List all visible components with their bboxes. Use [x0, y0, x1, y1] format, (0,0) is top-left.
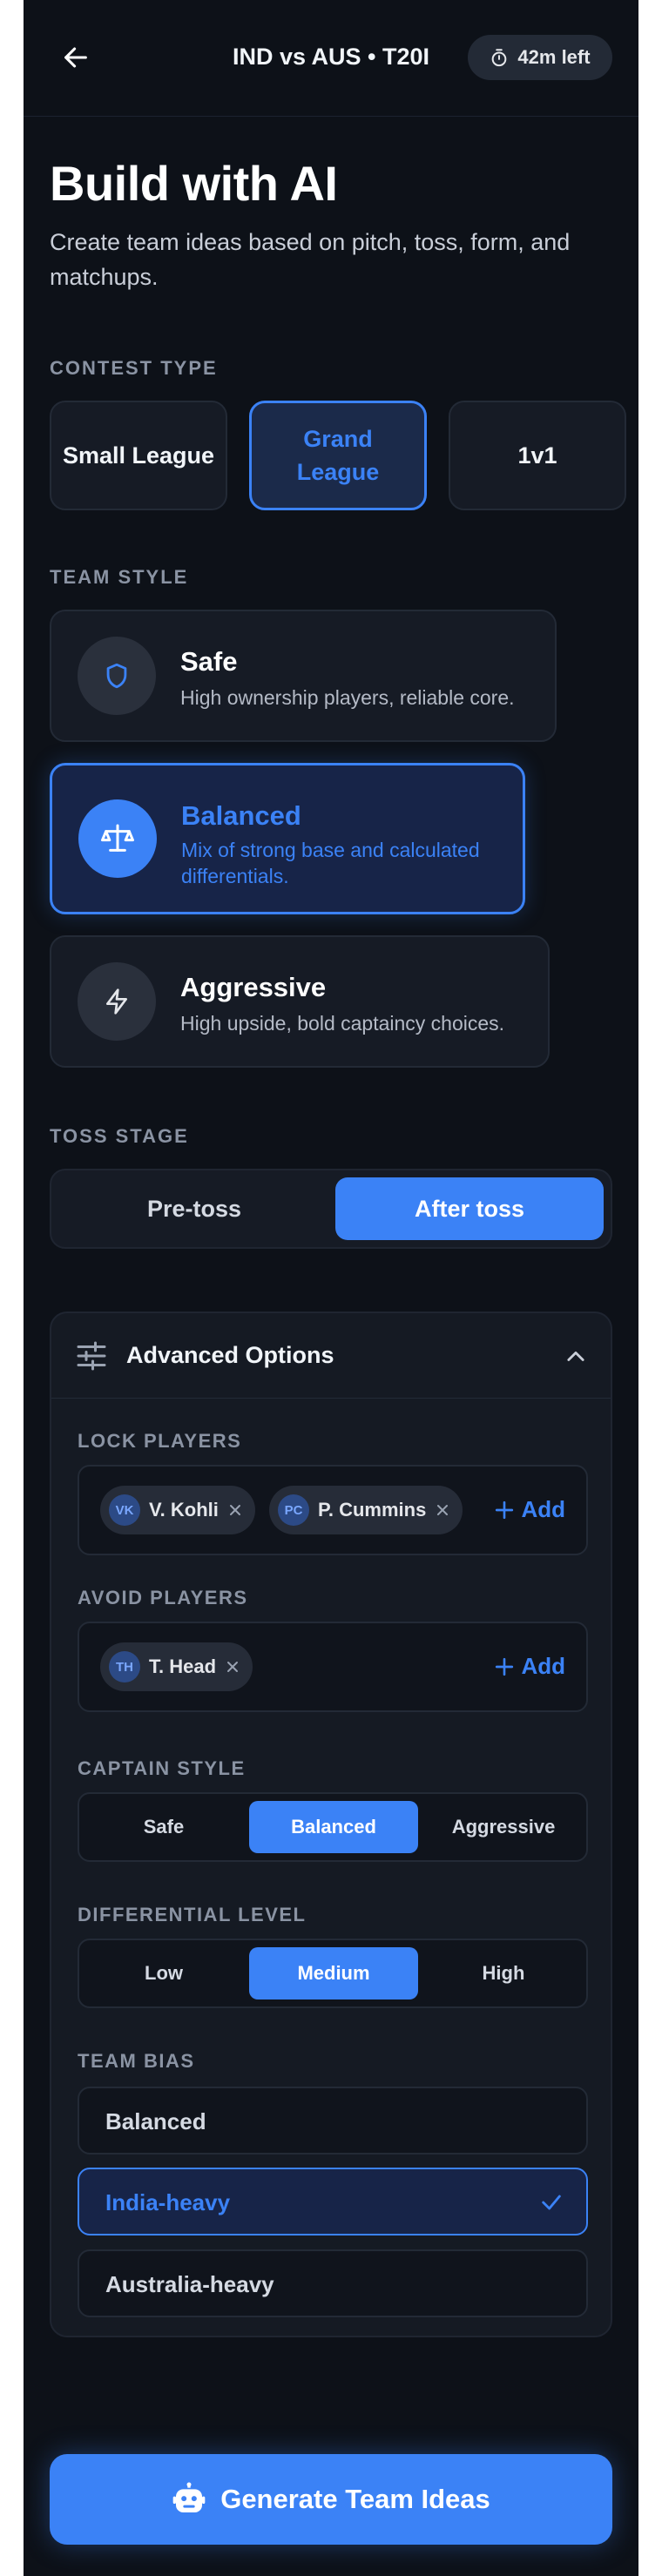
contest-type-label: CONTEST TYPE [50, 357, 218, 379]
contest-option-label: Grand League [296, 426, 380, 485]
team-bias-label: TEAM BIAS [78, 2050, 195, 2072]
team-style-label: TEAM STYLE [50, 566, 189, 588]
bias-india-heavy-option[interactable]: India-heavy [78, 2168, 588, 2235]
close-icon [229, 1505, 240, 1515]
avoid-players-box: TH T. Head Add [78, 1622, 588, 1712]
bias-option-label: Australia-heavy [105, 2271, 274, 2297]
captain-aggressive-option[interactable]: Aggressive [419, 1801, 588, 1853]
toss-after-toss-option[interactable]: After toss [335, 1177, 604, 1240]
toss-stage-toggle: Pre-toss After toss [50, 1169, 612, 1249]
contest-1v1-button[interactable]: 1v1 [449, 401, 626, 510]
style-title: Safe [180, 646, 238, 677]
style-icon-wrap [78, 799, 157, 878]
lock-player-chip[interactable]: VK V. Kohli [100, 1486, 255, 1534]
remove-chip-button[interactable] [435, 1502, 450, 1518]
contest-grand-league-button[interactable]: Grand League [249, 401, 427, 510]
bias-balanced-option[interactable]: Balanced [78, 2087, 588, 2155]
contest-option-label: Small League [62, 442, 215, 469]
avatar: TH [109, 1651, 140, 1682]
lock-players-label: LOCK PLAYERS [78, 1430, 242, 1452]
style-title: Aggressive [180, 972, 327, 1002]
toss-stage-label: TOSS STAGE [50, 1125, 189, 1147]
remove-chip-button[interactable] [227, 1502, 243, 1518]
style-icon-wrap [78, 962, 156, 1041]
contest-option-label: 1v1 [517, 442, 557, 469]
lock-players-box: VK V. Kohli PC P. Cummins Add [78, 1465, 588, 1555]
avoid-player-chip[interactable]: TH T. Head [100, 1642, 253, 1691]
scale-icon [101, 824, 134, 852]
add-label: Add [521, 1496, 565, 1522]
bias-option-label: India-heavy [105, 2189, 231, 2215]
shield-icon [106, 663, 127, 689]
captain-safe-option[interactable]: Safe [79, 1801, 248, 1853]
style-description: High upside, bold captaincy choices. [180, 1012, 505, 1035]
differential-level-segmented: Low Medium High [78, 1939, 588, 2008]
timer-badge: 42m left [468, 35, 612, 80]
toss-pre-toss-option[interactable]: Pre-toss [58, 1177, 330, 1240]
captain-balanced-option[interactable]: Balanced [249, 1801, 418, 1853]
advanced-options-card: Advanced Options LOCK PLAYERS VK V. Kohl… [50, 1312, 612, 2337]
avatar: VK [109, 1494, 140, 1526]
style-description: Mix of strong base and calculated differ… [181, 839, 480, 887]
robot-icon [172, 2482, 206, 2512]
sliders-icon [77, 1341, 106, 1371]
check-icon [542, 2195, 561, 2210]
style-description: High ownership players, reliable core. [180, 686, 515, 709]
top-bar: IND vs AUS • T20I 42m left [24, 0, 638, 117]
differential-low-option[interactable]: Low [79, 1947, 248, 1999]
close-icon [227, 1662, 239, 1672]
team-style-aggressive-card[interactable]: Aggressive High upside, bold captaincy c… [50, 935, 550, 1068]
player-name: T. Head [149, 1656, 217, 1677]
player-name: V. Kohli [149, 1499, 219, 1521]
stopwatch-icon [492, 49, 507, 67]
captain-style-label: CAPTAIN STYLE [78, 1757, 246, 1779]
bias-australia-heavy-option[interactable]: Australia-heavy [78, 2249, 588, 2317]
team-style-balanced-card[interactable]: Balanced Mix of strong base and calculat… [50, 763, 525, 914]
app-screen: IND vs AUS • T20I 42m left Build with AI… [24, 0, 638, 2576]
lightning-icon [106, 988, 127, 1015]
bias-option-label: Balanced [105, 2108, 206, 2134]
timer-text: 42m left [517, 46, 591, 68]
advanced-options-title: Advanced Options [126, 1342, 334, 1368]
advanced-options-header[interactable]: Advanced Options [51, 1313, 611, 1399]
differential-level-label: DIFFERENTIAL LEVEL [78, 1904, 307, 1925]
plus-icon [496, 1500, 514, 1519]
player-name: P. Cummins [318, 1499, 427, 1521]
page-title: Build with AI [50, 156, 338, 211]
avoid-players-label: AVOID PLAYERS [78, 1587, 248, 1608]
differential-high-option[interactable]: High [419, 1947, 588, 1999]
lock-player-chip[interactable]: PC P. Cummins [269, 1486, 463, 1534]
style-icon-wrap [78, 637, 156, 715]
contest-small-league-button[interactable]: Small League [50, 401, 227, 510]
close-icon [437, 1505, 449, 1515]
style-title: Balanced [181, 800, 301, 831]
generate-team-ideas-button[interactable]: Generate Team Ideas [50, 2454, 612, 2545]
differential-medium-option[interactable]: Medium [249, 1947, 418, 1999]
add-label: Add [521, 1653, 565, 1679]
add-avoid-player-button[interactable]: Add [495, 1653, 565, 1680]
add-lock-player-button[interactable]: Add [495, 1496, 565, 1523]
avatar: PC [278, 1494, 309, 1526]
team-style-safe-card[interactable]: Safe High ownership players, reliable co… [50, 610, 557, 742]
page-subtitle: Create team ideas based on pitch, toss, … [50, 229, 571, 290]
generate-button-label: Generate Team Ideas [220, 2484, 490, 2514]
plus-icon [496, 1657, 514, 1676]
chevron-up-icon[interactable] [564, 1345, 588, 1369]
captain-style-segmented: Safe Balanced Aggressive [78, 1792, 588, 1862]
remove-chip-button[interactable] [225, 1659, 240, 1675]
